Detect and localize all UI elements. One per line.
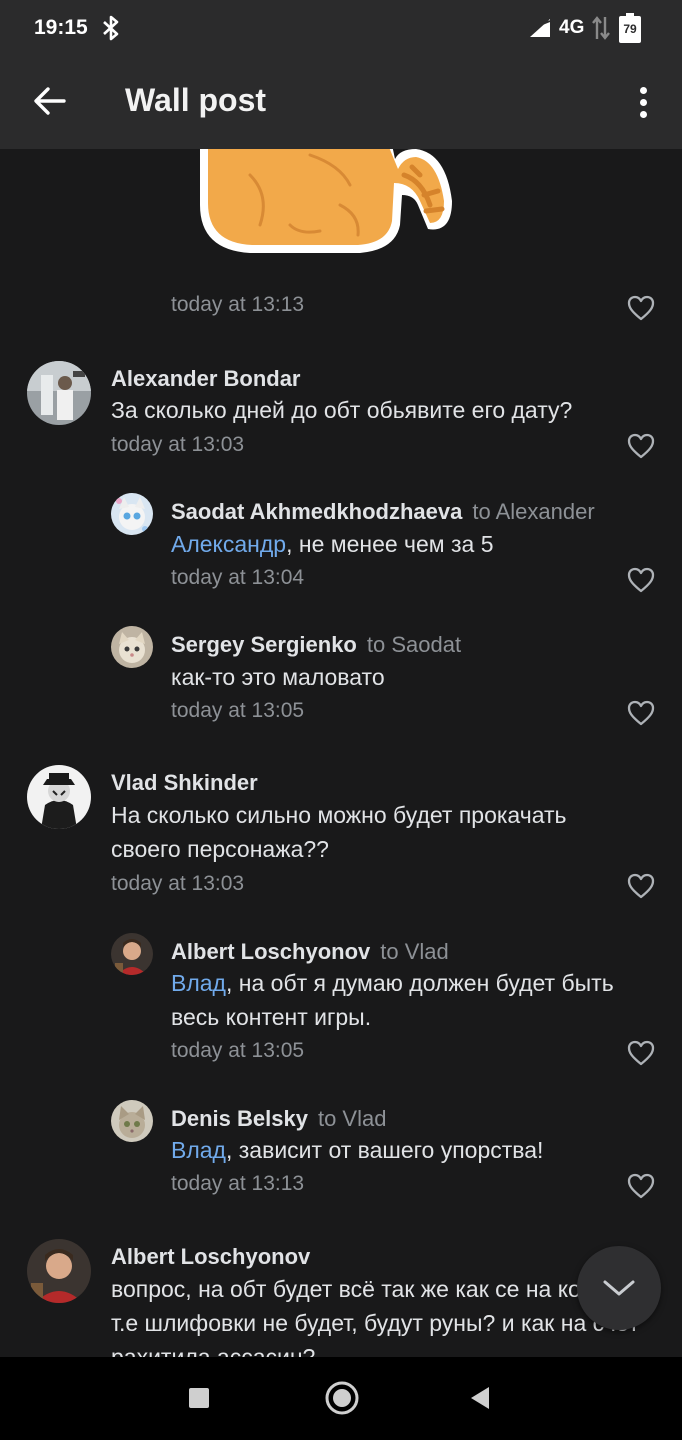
comment-reply: Albert Loschyonov to Vlad Влад, на обт я … <box>0 933 682 1066</box>
comment-text: Влад, на обт я думаю должен будет быть в… <box>171 970 614 1030</box>
recent-apps-icon[interactable] <box>189 1388 209 1408</box>
reply-to-label: to Saodat <box>366 632 462 657</box>
status-time: 19:15 <box>34 16 88 39</box>
comment-author[interactable]: Albert Loschyonov <box>111 1244 310 1270</box>
comment-text: За сколько дней до обт обьявите его дату… <box>111 397 573 423</box>
heart-icon[interactable] <box>627 567 655 593</box>
cat-sticker <box>200 149 452 253</box>
avatar[interactable] <box>27 765 91 829</box>
comment-time: today at 13:03 <box>111 872 245 895</box>
comment-item: Vlad Shkinder На сколько сильно можно бу… <box>0 765 682 905</box>
comment-text: как-то это маловато <box>171 664 385 690</box>
comment-reply: Saodat Akhmedkhodzhaeva to Alexander Алек… <box>0 493 682 593</box>
comment-author[interactable]: Denis Belsky to Vlad <box>171 1106 386 1132</box>
battery-level: 79 <box>619 16 641 43</box>
avatar[interactable] <box>111 626 153 668</box>
mention-link[interactable]: Александр <box>171 531 286 557</box>
status-bar: 19:15 4G 79 <box>0 0 682 56</box>
comment-text: вопрос, на обт будет всё так же как се н… <box>111 1276 640 1357</box>
battery-icon: 79 <box>619 13 641 43</box>
reply-to-label: to Alexander <box>472 499 595 524</box>
comment-author[interactable]: Vlad Shkinder <box>111 770 258 796</box>
chevron-down-icon <box>603 1280 635 1296</box>
heart-icon[interactable] <box>627 700 655 726</box>
heart-icon[interactable] <box>627 1040 655 1066</box>
comment-time: today at 13:05 <box>171 699 305 722</box>
comment-time: today at 13:04 <box>171 566 305 589</box>
app-bar: Wall post <box>0 56 682 149</box>
comment-author[interactable]: Albert Loschyonov to Vlad <box>171 939 449 965</box>
more-options-icon[interactable] <box>630 82 658 122</box>
avatar[interactable] <box>111 933 153 975</box>
heart-icon[interactable] <box>627 433 655 459</box>
comment-reply: Sergey Sergienko to Saodat как-то это мал… <box>0 626 682 726</box>
comments-list: today at 13:13 Alexander Bondar За сколь… <box>0 149 682 1357</box>
avatar[interactable] <box>27 1239 91 1303</box>
heart-icon[interactable] <box>627 873 655 899</box>
comment-time: today at 13:13 <box>171 1172 305 1195</box>
comment-text: Александр, не менее чем за 5 <box>171 531 494 557</box>
avatar[interactable] <box>111 493 153 535</box>
comment-time: today at 13:03 <box>111 433 245 456</box>
heart-icon[interactable] <box>627 295 655 321</box>
back-arrow-icon[interactable] <box>32 83 68 119</box>
comment-reply: Denis Belsky to Vlad Влад, зависит от ваш… <box>0 1100 682 1200</box>
network-type: 4G <box>559 17 585 38</box>
nav-back-icon[interactable] <box>469 1385 491 1411</box>
comment-author[interactable]: Sergey Sergienko to Saodat <box>171 632 461 658</box>
system-nav-bar <box>0 1357 682 1440</box>
home-icon[interactable] <box>324 1380 360 1416</box>
comment-text: Влад, зависит от вашего упорства! <box>171 1137 544 1163</box>
scroll-down-button[interactable] <box>577 1246 661 1330</box>
comment-author[interactable]: Saodat Akhmedkhodzhaeva to Alexander <box>171 499 595 525</box>
reply-to-label: to Vlad <box>317 1106 387 1131</box>
bluetooth-icon <box>103 15 119 41</box>
mention-link[interactable]: Влад <box>171 970 226 996</box>
mention-link[interactable]: Влад <box>171 1137 226 1163</box>
data-activity-icon <box>592 16 610 40</box>
avatar[interactable] <box>27 361 91 425</box>
avatar[interactable] <box>111 1100 153 1142</box>
comment-text: На сколько сильно можно будет прокачать … <box>111 802 567 862</box>
comment-item: Alexander Bondar За сколько дней до обт … <box>0 361 682 461</box>
comment-time: today at 13:13 <box>171 293 305 316</box>
signal-icon <box>529 19 551 37</box>
comment-author[interactable]: Alexander Bondar <box>111 366 301 392</box>
heart-icon[interactable] <box>627 1173 655 1199</box>
page-title: Wall post <box>125 82 267 118</box>
comment-time: today at 13:05 <box>171 1039 305 1062</box>
reply-to-label: to Vlad <box>380 939 449 964</box>
